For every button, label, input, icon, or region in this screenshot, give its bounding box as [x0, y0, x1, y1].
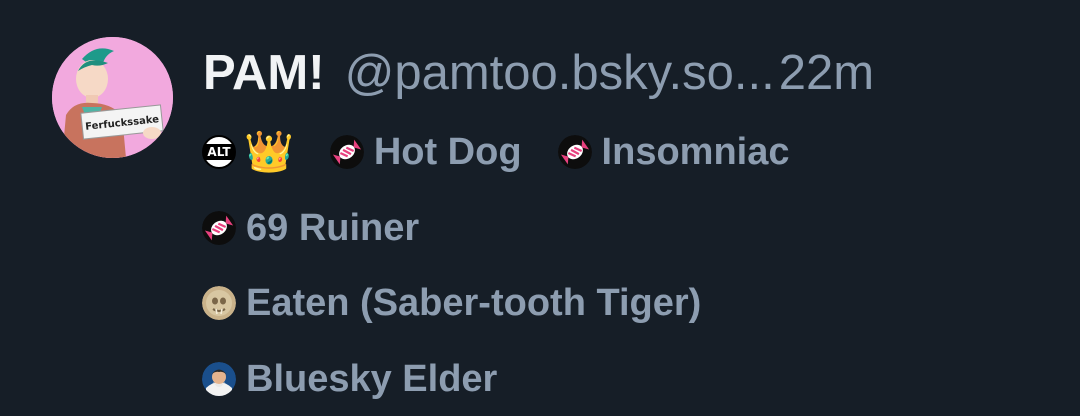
candy-icon	[557, 135, 592, 169]
badge-row: Eaten (Saber-tooth Tiger)	[202, 279, 737, 327]
crown-icon[interactable]: 👑	[244, 132, 294, 172]
badge-row: ALT 👑 Hot Dog Insomniac	[202, 128, 826, 176]
fossil-icon	[202, 286, 236, 320]
display-name[interactable]: PAM!	[203, 45, 325, 101]
badge-label: Hot Dog	[373, 130, 522, 173]
alt-badge-icon[interactable]: ALT	[202, 135, 236, 169]
user-handle[interactable]: @pamtoo.bsky.so...	[345, 45, 775, 101]
elder-icon	[202, 362, 236, 396]
candy-icon	[329, 135, 364, 169]
badge-label: Bluesky Elder	[246, 357, 498, 400]
badge-row: 69 Ruiner	[202, 204, 455, 252]
badge-label: 69 Ruiner	[246, 206, 420, 249]
badge-insomniac[interactable]: Insomniac	[557, 130, 790, 174]
badge-row: Bluesky Elder	[202, 355, 533, 403]
candy-icon	[202, 211, 236, 245]
badge-label: Eaten (Saber-tooth Tiger)	[246, 281, 702, 324]
badge-hot-dog[interactable]: Hot Dog	[329, 130, 522, 174]
badge-eaten[interactable]: Eaten (Saber-tooth Tiger)	[202, 282, 701, 325]
post-timestamp[interactable]: 22m	[779, 45, 874, 101]
badge-bluesky-elder[interactable]: Bluesky Elder	[202, 358, 497, 401]
user-avatar[interactable]: Ferfuckssake	[52, 37, 173, 158]
avatar-image: Ferfuckssake	[52, 37, 173, 158]
post: Ferfuckssake PAM! @pamtoo.bsky.so... 22m…	[0, 0, 1080, 416]
alt-badge-label: ALT	[204, 144, 234, 160]
post-header: PAM! @pamtoo.bsky.so... 22m	[203, 38, 874, 108]
badge-69-ruiner[interactable]: 69 Ruiner	[202, 207, 419, 250]
badge-label: Insomniac	[601, 130, 790, 173]
